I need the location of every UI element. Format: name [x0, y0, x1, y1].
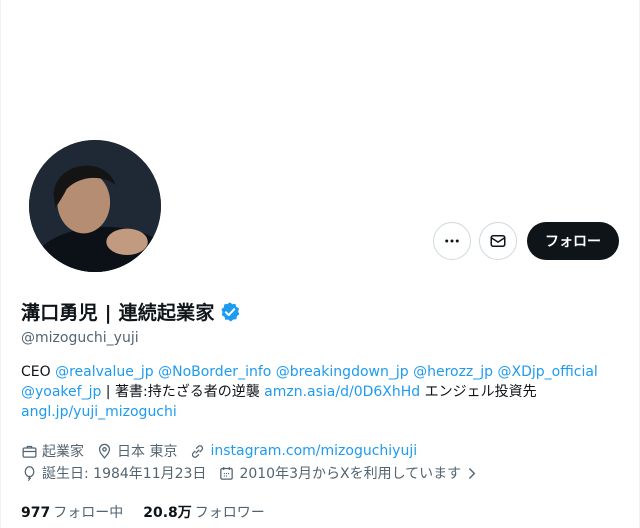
bio: CEO @realvalue_jp @NoBorder_info @breaki…	[21, 362, 621, 422]
display-name: 溝口勇児 | 連続起業家	[21, 302, 215, 324]
profile-category: 起業家	[21, 441, 84, 461]
website-link[interactable]: instagram.com/mizoguchiyuji	[210, 443, 417, 459]
following-label: フォロー中	[53, 505, 124, 521]
location-icon	[98, 443, 111, 459]
followers-count: 20.8万	[143, 505, 192, 521]
bio-angel: エンジェル投資先	[420, 384, 537, 400]
bio-mention[interactable]: @XDjp_official	[498, 364, 598, 380]
profile-location: 日本 東京	[96, 441, 177, 461]
joined-text: 2010年3月からXを利用しています	[239, 466, 462, 482]
handle: @mizoguchi_yuji	[21, 330, 139, 346]
bio-mention[interactable]: @NoBorder_info	[158, 364, 271, 380]
verified-icon[interactable]	[219, 301, 241, 323]
bio-book: | 著書:持たざる者の逆襲	[101, 384, 265, 400]
followers-link[interactable]: 20.8万 フォロワー	[143, 502, 265, 522]
birthday-text: 誕生日: 1984年11月23日	[42, 466, 207, 482]
category-text: 起業家	[42, 444, 84, 460]
more-icon	[445, 239, 459, 243]
balloon-icon	[24, 465, 35, 481]
location-text: 日本 東京	[117, 444, 178, 460]
profile-header: フォロー 溝口勇児 | 連続起業家 @mizoguchi_yuji CEO @r…	[0, 0, 640, 528]
briefcase-icon	[22, 445, 37, 458]
avatar-image	[29, 140, 161, 272]
profile-actions: フォロー	[433, 222, 619, 260]
profile-birthday: 誕生日: 1984年11月23日	[21, 463, 206, 483]
message-button[interactable]	[479, 222, 517, 260]
calendar-icon	[220, 466, 234, 480]
mail-icon	[490, 235, 506, 247]
bio-amazon-link[interactable]: amzn.asia/d/0D6XhHd	[264, 384, 420, 400]
bio-mention[interactable]: @breakingdown_jp	[276, 364, 409, 380]
followers-label: フォロワー	[194, 505, 265, 521]
bio-mention[interactable]: @yoakef_jp	[21, 384, 101, 400]
following-count: 977	[21, 505, 51, 521]
chevron-right-icon	[469, 467, 476, 479]
profile-meta-row: 起業家 日本 東京 instagram.com/mizoguchiyuji	[21, 441, 429, 461]
bio-mention[interactable]: @realvalue_jp	[55, 364, 154, 380]
profile-website: instagram.com/mizoguchiyuji	[189, 443, 417, 460]
bio-mention[interactable]: @herozz_jp	[413, 364, 493, 380]
following-link[interactable]: 977 フォロー中	[21, 502, 123, 522]
avatar[interactable]	[25, 136, 165, 276]
more-button[interactable]	[433, 222, 471, 260]
follow-stats: 977 フォロー中 20.8万 フォロワー	[21, 502, 285, 522]
link-icon	[192, 444, 204, 458]
follow-button[interactable]: フォロー	[527, 222, 619, 260]
profile-meta-row: 誕生日: 1984年11月23日 2010年3月からXを利用しています	[21, 463, 496, 483]
profile-joined[interactable]: 2010年3月からXを利用しています	[218, 463, 484, 483]
name-row: 溝口勇児 | 連続起業家	[21, 298, 241, 325]
bio-prefix: CEO	[21, 364, 56, 380]
bio-angel-link[interactable]: angl.jp/yuji_mizoguchi	[21, 404, 177, 420]
